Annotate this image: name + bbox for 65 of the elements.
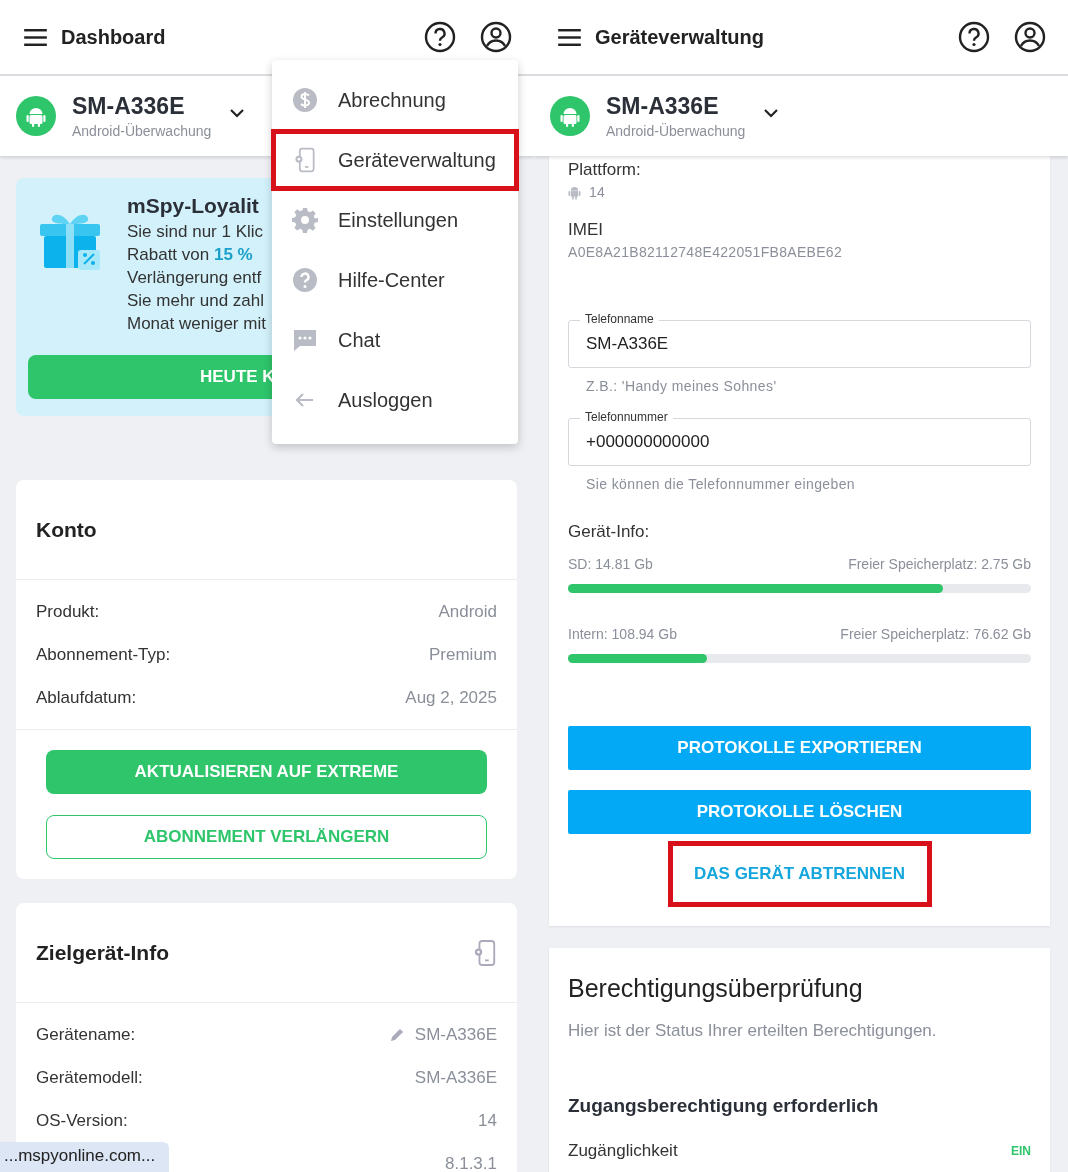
page-title: Geräteverwaltung [595,25,764,49]
device-subtitle: Android-Überwachung [72,123,212,139]
field-label: Telefonname [580,312,659,326]
row-label: OS-Version: [36,1110,128,1131]
card-title: Berechtigungsüberprüfung [568,974,864,1003]
field-hint: Sie können die Telefonnummer eingeben [586,476,857,492]
menu-icon[interactable] [24,28,47,46]
storage-free: Freier Speicherplatz: 76.62 Gb [840,626,1031,642]
promo-text: Monat weniger mit [127,313,266,335]
row-value: Premium [429,644,497,665]
device-subtitle: Android-Überwachung [606,123,746,139]
row-value: 8.1.3.1 [445,1153,497,1172]
detail-value: 14 [589,184,606,200]
menu-item[interactable]: Abrechnung [272,70,518,130]
row-value: Aug 2, 2025 [405,687,497,708]
menu-item[interactable]: Hilfe-Center [272,250,518,310]
card-description: Hier ist der Status Ihrer erteilten Berechtigungen. [568,1021,938,1041]
settings-icon [292,207,318,233]
promo-text: Verlängerung entf [127,267,263,289]
account-icon[interactable] [1014,21,1046,53]
field-label: Telefonnummer [580,410,673,424]
promo-text: Rabatt von 15 % [127,244,254,266]
menu-item[interactable]: Einstellungen [272,190,518,250]
field-hint: Z.B.: 'Handy meines Sohnes' [586,378,778,394]
android-icon [550,96,590,136]
storage-free: Freier Speicherplatz: 2.75 Gb [848,556,1031,572]
row-value: Android [438,601,497,622]
device-name: SM-A336E [606,93,720,120]
menu-item[interactable]: Geräteverwaltung [272,130,518,190]
section-label: Gerät-Info: [568,522,651,542]
help-icon[interactable] [424,21,456,53]
row-label: Gerätename: [36,1024,136,1045]
permission-status: EIN [1011,1144,1031,1158]
row-label: Abonnement-Typ: [36,644,171,665]
detail-label: Plattform: [568,160,642,180]
promo-title: mSpy-Loyalit [127,194,260,218]
help-icon[interactable] [958,21,990,53]
help-icon [292,267,318,293]
android-icon [16,96,56,136]
permission-name: Zugänglichkeit [568,1141,678,1161]
row-label: Produkt: [36,601,100,622]
device-name: SM-A336E [72,93,186,120]
link-url-tooltip: ...mspyonline.com... [0,1142,170,1172]
row-value: 14 [478,1110,497,1131]
chevron-down-icon[interactable] [229,108,246,118]
dollar-icon [292,87,318,113]
chat-icon [292,327,318,353]
storage-total: Intern: 108.94 Gb [568,626,677,642]
row-value: SM-A336E [414,1024,497,1045]
row-value: SM-A336E [414,1067,497,1088]
chevron-down-icon[interactable] [763,108,780,118]
detail-value: A0E8A21B82112748E422051FB8AEBE62 [568,244,842,260]
android-icon [568,184,581,200]
section-title: Zugangsberechtigung erforderlich [568,1095,880,1117]
menu-icon[interactable] [558,28,581,46]
row-label: Gerätemodell: [36,1067,143,1088]
promo-text: Sie mehr und zahl [127,290,266,312]
card-title: Zielgerät-Info [36,940,169,965]
storage-total: SD: 14.81 Gb [568,556,653,572]
promo-text: Sie sind nur 1 Klic [127,221,265,243]
card-title: Konto [36,517,97,542]
detail-label: IMEI [568,220,604,240]
page-title: Dashboard [61,25,166,49]
account-icon[interactable] [480,21,512,53]
row-label: Ablaufdatum: [36,687,137,708]
